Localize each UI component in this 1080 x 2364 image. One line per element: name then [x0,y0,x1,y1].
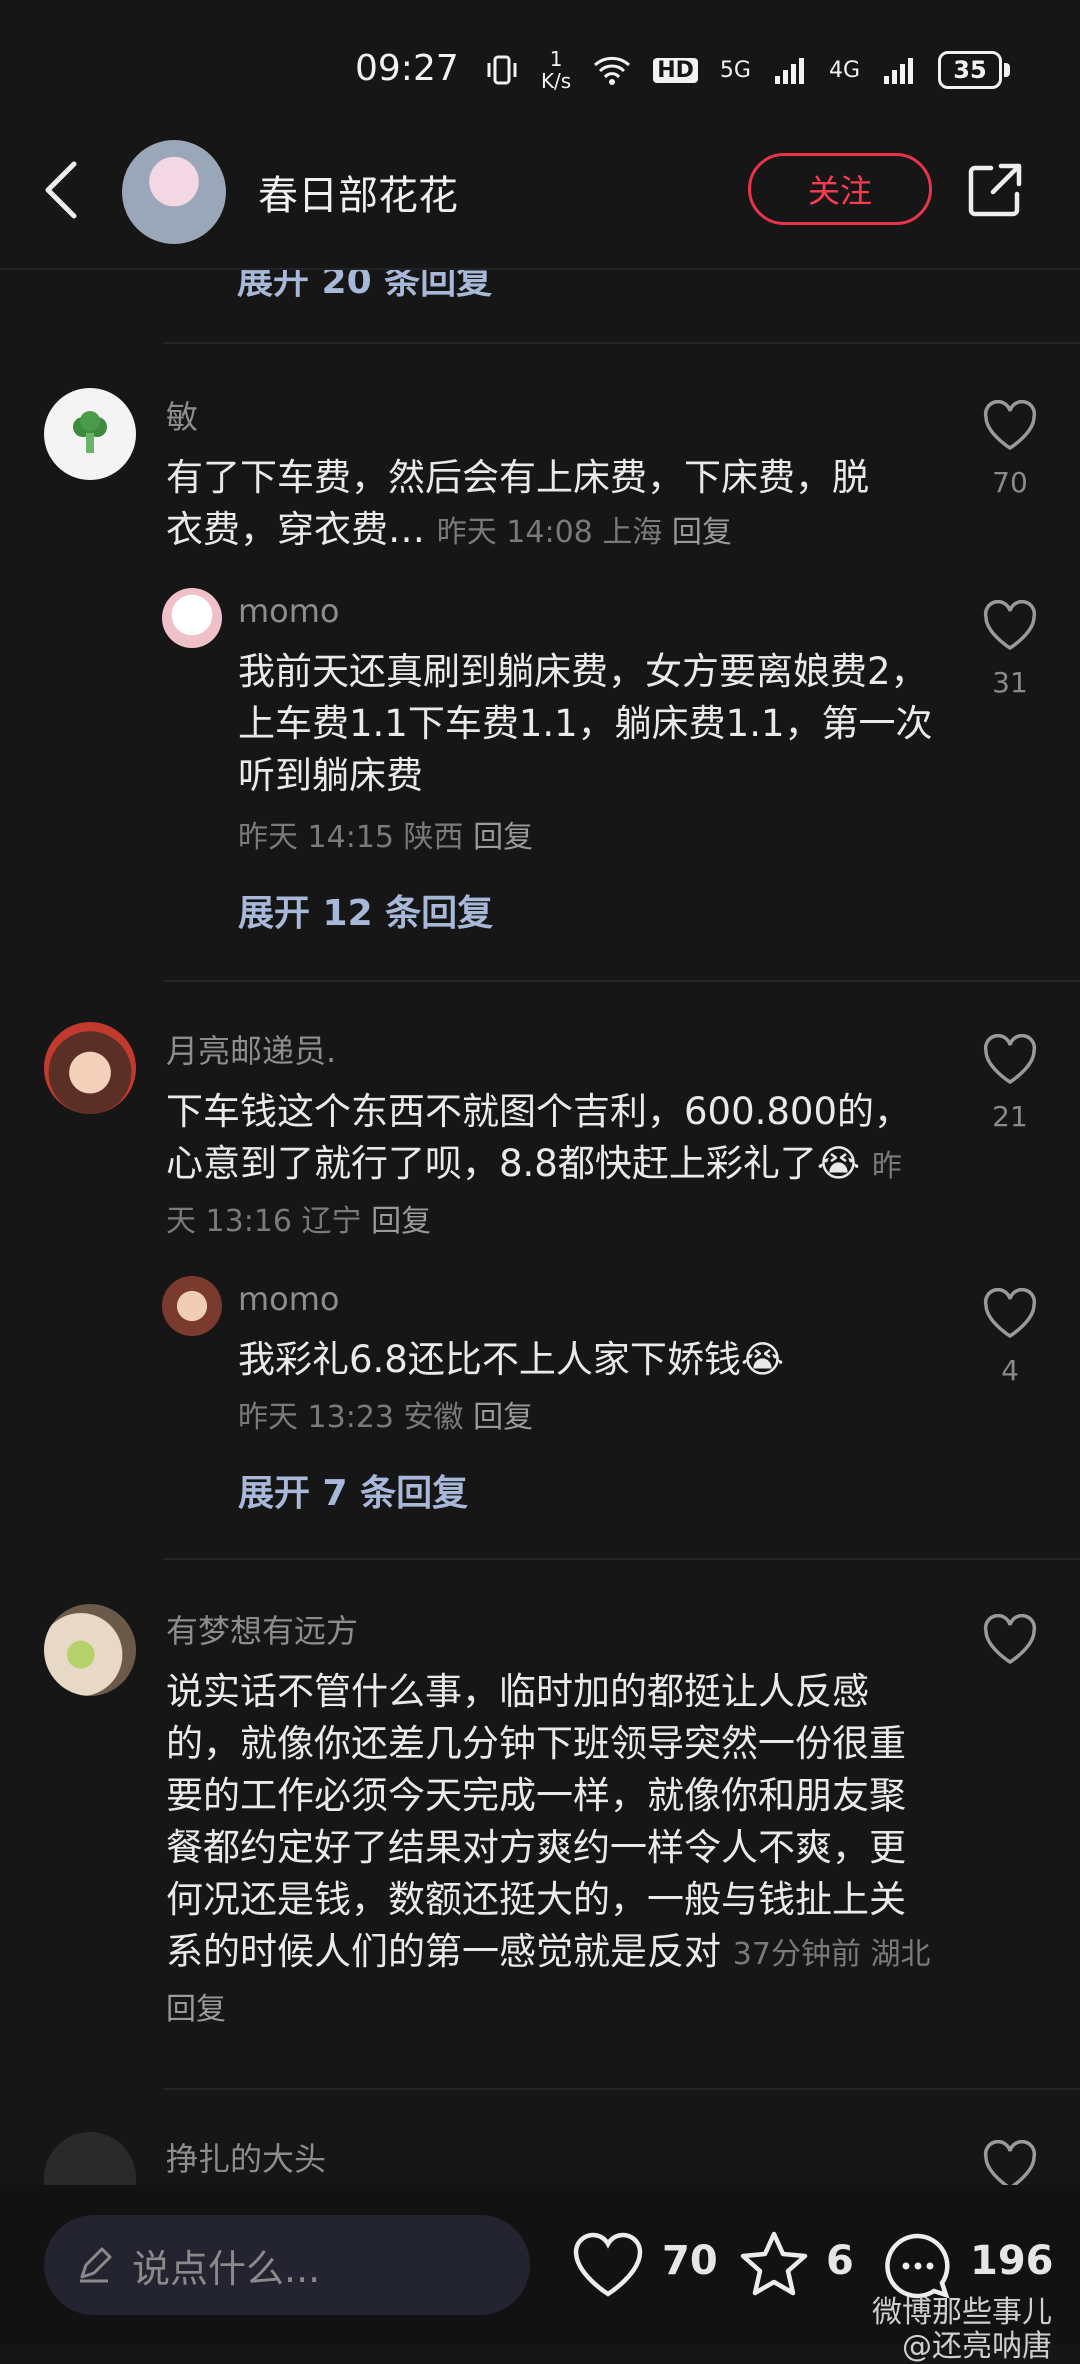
like-icon[interactable] [982,1034,1038,1086]
comment-username[interactable]: 挣扎的大头 [166,2134,326,2180]
avatar[interactable] [44,388,136,480]
status-time: 09:27 [355,48,459,89]
signal-icon-2 [884,58,913,84]
comment-username[interactable]: 敏 [166,392,198,438]
reply-button[interactable]: 回复 [672,515,732,550]
status-icons: 1 K/s HD 5G 4G 35 [485,48,1010,92]
reply-username[interactable]: momo [238,592,340,630]
pencil-icon [80,2247,112,2283]
back-icon[interactable] [42,160,82,220]
comment-total: 196 [970,2238,1054,2284]
like-total: 70 [662,2238,718,2284]
wifi-icon [594,56,631,85]
watermark: 微博那些事儿 @还亮呐唐 [872,2295,1052,2364]
reply-button[interactable]: 回复 [473,1400,533,1435]
comment-text: 有了下车费，然后会有上床费，下床费，脱衣费，穿衣费… 昨天 14:08 上海 回… [166,456,869,551]
like-icon[interactable] [982,1614,1038,1666]
reply-meta: 昨天 13:23 安徽 回复 [238,1400,534,1435]
reply-button[interactable]: 回复 [371,1204,431,1239]
like-icon[interactable] [570,2228,646,2304]
divider [164,1558,1080,1560]
like-icon[interactable] [982,400,1038,452]
expand-replies[interactable]: 展开 20 条回复 [237,270,492,304]
comment-icon[interactable] [880,2228,956,2304]
like-count: 4 [1001,1354,1019,1387]
battery-indicator: 35 [938,51,1002,89]
author-name[interactable]: 春日部花花 [258,163,458,221]
reply-button[interactable]: 回复 [166,1992,226,2027]
expand-replies[interactable]: 展开 12 条回复 [238,884,493,936]
signal-5g: 5G [719,57,751,83]
input-placeholder: 说点什么... [132,2246,321,2291]
reply-text: 我前天还真刷到躺床费，女方要离娘费2，上车费1.1下车费1.1，躺床费1.1，第… [238,650,933,797]
divider [164,980,1080,982]
signal-4g: 4G [828,57,860,83]
like-count: 31 [992,666,1028,699]
reply-button[interactable]: 回复 [473,820,533,855]
share-icon[interactable] [965,160,1025,220]
broccoli-icon [73,411,107,453]
network-speed: 1 K/s [540,47,572,93]
divider [164,342,1080,344]
comment-input[interactable]: 说点什么... [44,2215,530,2315]
comment-meta: 昨天 14:08 上海 回复 [436,515,732,550]
avatar[interactable] [44,1604,136,1696]
author-avatar[interactable] [122,140,226,244]
like-count: 70 [992,466,1028,499]
star-icon[interactable] [736,2228,812,2304]
favorite-total: 6 [826,2238,854,2284]
avatar[interactable] [44,1022,136,1114]
like-count: 21 [992,1100,1028,1133]
comment-text: 说实话不管什么事，临时加的都挺让人反感的，就像你还差几分钟下班领导突然一份很重要… [166,1670,931,2027]
follow-button[interactable]: 关注 [748,153,932,225]
reply-username[interactable]: momo [238,1280,340,1318]
comment-username[interactable]: 有梦想有远方 [166,1606,358,1652]
comment-username[interactable]: 月亮邮递员. [166,1026,336,1072]
like-icon[interactable] [982,1288,1038,1340]
hd-badge: HD [653,57,698,83]
reply-text: 我彩礼6.8还比不上人家下娇钱😭 [238,1338,785,1381]
avatar[interactable] [162,588,222,648]
expand-replies[interactable]: 展开 7 条回复 [238,1464,468,1516]
comment-text: 下车钱这个东西不就图个吉利，600.800的，心意到了就行了呗，8.8都快赶上彩… [166,1090,912,1239]
like-icon[interactable] [982,600,1038,652]
avatar[interactable] [162,1276,222,1336]
reply-meta: 昨天 14:15 陕西 回复 [238,820,534,855]
divider [164,2088,1080,2090]
header-divider [0,268,1080,270]
vibrate-icon [487,55,517,85]
signal-icon [774,58,804,84]
